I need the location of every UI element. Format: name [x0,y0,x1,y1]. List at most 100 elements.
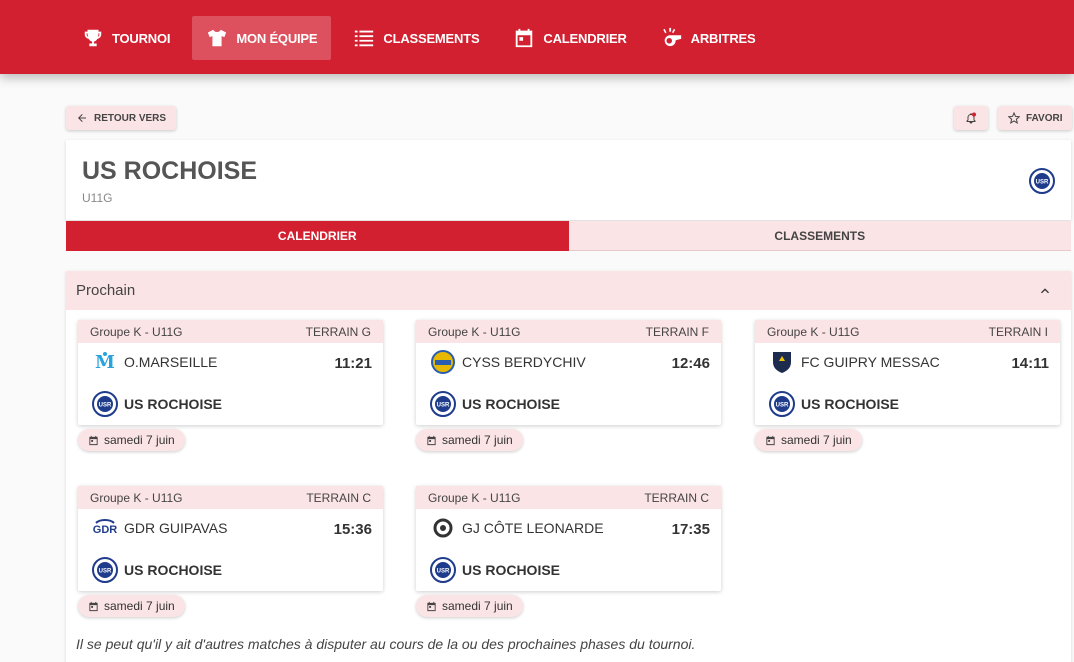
main-nav: TOURNOI MON ÉQUIPE CLASSEMENTS CALENDRIE… [70,16,778,60]
match-card[interactable]: Groupe K - U11G TERRAIN I FC GUIPRY MESS… [755,320,1060,425]
away-team: USR US ROCHOISE [430,557,560,583]
away-team-logo: USR [430,391,456,417]
arrow-left-icon [78,114,86,122]
trophy-icon [84,29,102,47]
away-team-name: US ROCHOISE [124,562,223,578]
panel-header[interactable]: Prochain [66,271,1071,310]
team-tabs: CALENDRIER CLASSEMENTS [66,221,1071,251]
star-icon [1008,112,1020,124]
svg-text:GDR: GDR [93,524,118,536]
team-header: US ROCHOISE U11G USR [66,140,1071,220]
match-group: Groupe K - U11G [428,490,521,505]
home-team-logo: M [92,349,118,375]
away-team-logo: USR [92,391,118,417]
home-team-name: O.MARSEILLE [124,354,218,370]
list-icon [355,30,374,47]
match-group: Groupe K - U11G [428,324,521,339]
team-logo-text: USR [1036,180,1049,186]
match-header: Groupe K - U11G TERRAIN C [78,486,383,509]
svg-text:USR: USR [99,403,112,409]
team-category: U11G [82,191,113,205]
calendar-icon [89,601,98,611]
home-team: M O.MARSEILLE [92,349,217,375]
top-bar: TOURNOI MON ÉQUIPE CLASSEMENTS CALENDRIE… [0,0,1074,74]
home-team-logo: GDR [92,515,118,541]
match-date-chip: samedi 7 juin [755,429,862,451]
away-team: USR US ROCHOISE [430,391,560,417]
home-team: FC GUIPRY MESSAC [769,349,940,375]
team-logo: USR [1029,168,1055,199]
match-field: TERRAIN G [305,324,371,339]
match-time: 14:11 [1011,355,1049,372]
away-team: USR US ROCHOISE [92,557,222,583]
calendar-icon [516,28,533,48]
favorite-button[interactable]: FAVORI [998,106,1073,130]
match-card[interactable]: Groupe K - U11G TERRAIN C GJ CÔTE LEONAR… [416,486,721,591]
footnote: Il se peut qu'il y ait d'autres matches … [76,636,696,652]
match-time: 11:21 [334,355,372,372]
away-team-logo: USR [769,391,795,417]
match-date-chip: samedi 7 juin [416,429,523,451]
nav-label: CALENDRIER [543,30,627,46]
match-header: Groupe K - U11G TERRAIN F [416,320,721,343]
calendar-icon [766,435,775,445]
nav-label: ARBITRES [690,30,756,46]
calendar-icon [427,435,436,445]
match-date: samedi 7 juin [781,433,852,447]
match-field: TERRAIN I [988,324,1048,339]
favorite-label: FAVORI [1026,112,1063,124]
match-time: 12:46 [671,355,710,372]
match-card[interactable]: Groupe K - U11G TERRAIN F CYSS BERDYCHIV… [416,320,721,425]
match-group: Groupe K - U11G [90,324,183,339]
match-group: Groupe K - U11G [767,324,860,339]
svg-text:USR: USR [99,569,112,575]
bell-icon [966,112,976,124]
away-team-logo: USR [430,557,456,583]
svg-text:USR: USR [437,403,450,409]
svg-text:USR: USR [437,569,450,575]
back-button[interactable]: RETOUR VERS [66,106,177,130]
match-field: TERRAIN C [644,490,709,505]
tab-classements[interactable]: CLASSEMENTS [568,221,1071,251]
calendar-icon [427,601,436,611]
match-date-chip: samedi 7 juin [416,595,523,617]
section-title: Prochain [76,282,136,299]
match-field: TERRAIN F [645,324,709,339]
page-title: US ROCHOISE [82,157,258,185]
tab-calendrier[interactable]: CALENDRIER [66,221,569,251]
away-team-name: US ROCHOISE [462,562,561,578]
tshirt-icon [208,29,227,47]
match-date-chip: samedi 7 juin [78,429,185,451]
match-field: TERRAIN C [306,490,371,505]
nav-label: MON ÉQUIPE [236,30,318,46]
notification-button[interactable] [954,106,988,130]
away-team: USR US ROCHOISE [769,391,899,417]
match-date: samedi 7 juin [104,599,175,613]
match-card[interactable]: Groupe K - U11G TERRAIN C GDR GDR GUIPAV… [78,486,383,591]
home-team-name: CYSS BERDYCHIV [462,354,586,370]
nav-item-classements[interactable]: CLASSEMENTS [341,16,491,60]
nav-label: CLASSEMENTS [383,30,480,46]
svg-text:USR: USR [776,403,789,409]
nav-item-arbitres[interactable]: ARBITRES [649,16,768,60]
match-time: 15:36 [333,521,372,538]
match-date: samedi 7 juin [104,433,175,447]
match-card[interactable]: Groupe K - U11G TERRAIN G M O.MARSEILLE … [78,320,383,425]
home-team-logo [430,349,456,375]
home-team-logo [769,349,795,375]
match-group: Groupe K - U11G [90,490,183,505]
nav-item-mon-equipe[interactable]: MON ÉQUIPE [192,16,332,60]
home-team-name: GDR GUIPAVAS [124,520,228,536]
home-team-name: FC GUIPRY MESSAC [801,354,940,370]
home-team-logo [430,515,456,541]
away-team-name: US ROCHOISE [462,396,561,412]
chevron-up-icon[interactable] [1037,283,1053,299]
nav-item-tournoi[interactable]: TOURNOI [70,16,182,60]
home-team: GJ CÔTE LEONARDE [430,515,604,541]
away-team: USR US ROCHOISE [92,391,222,417]
nav-item-calendrier[interactable]: CALENDRIER [501,16,638,60]
back-label: RETOUR VERS [94,112,167,124]
match-time: 17:35 [671,521,710,538]
match-date: samedi 7 juin [442,433,513,447]
whistle-icon [662,27,681,47]
